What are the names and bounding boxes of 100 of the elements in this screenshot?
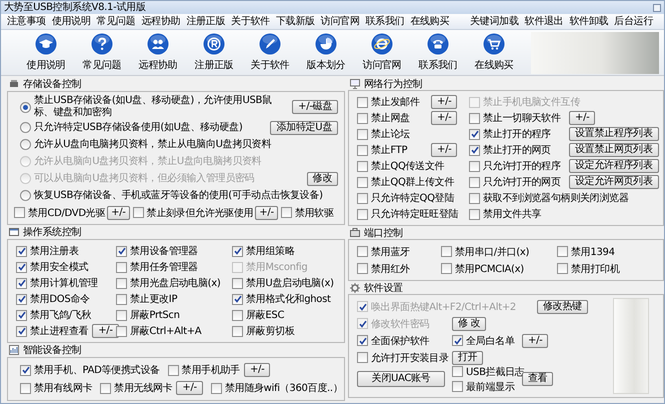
checkbox[interactable]: 禁用组策略 bbox=[232, 244, 295, 258]
checkbox[interactable]: 禁止打开的网页 bbox=[469, 143, 565, 157]
checkbox[interactable]: 禁止进程查看 bbox=[16, 324, 88, 338]
checkbox[interactable]: 禁止QQ群上传文件 bbox=[357, 175, 454, 189]
checkbox[interactable]: 最前端显示 bbox=[452, 380, 522, 394]
checkmark-icon bbox=[358, 336, 366, 344]
menu-item[interactable]: 关键词加载 bbox=[467, 14, 522, 28]
menu-item[interactable]: 常见问题 bbox=[94, 14, 138, 28]
checkbox[interactable]: 获取不到浏览器句柄则关闭浏览器 bbox=[469, 191, 629, 205]
option-button[interactable]: 设置禁止程序列表 bbox=[569, 127, 659, 141]
menu-item[interactable]: 注册正版 bbox=[183, 14, 228, 28]
option-button[interactable]: +/- bbox=[107, 206, 130, 220]
checkbox[interactable]: 禁用U盘启动电脑(x) bbox=[232, 276, 334, 290]
option-button[interactable]: +/- bbox=[431, 143, 458, 157]
checkbox[interactable]: 屏蔽Ctrl+Alt+A bbox=[116, 324, 202, 338]
menu-item[interactable]: 访问官网 bbox=[318, 14, 362, 28]
menu-item[interactable]: 远程协助 bbox=[138, 14, 184, 28]
checkbox[interactable]: 禁用手机助手 bbox=[168, 363, 240, 377]
checkbox[interactable]: 禁用任务管理器 bbox=[116, 260, 198, 274]
checkbox[interactable]: 只允许打开的程序 bbox=[469, 159, 565, 173]
radio-option[interactable]: 禁止USB存储设备(如U盘、移动硬盘)，允许使用USB鼠标、键盘和加密狗 bbox=[20, 95, 286, 119]
open-button[interactable]: 打开 bbox=[452, 350, 484, 364]
checkbox[interactable]: 禁止QQ传送文件 bbox=[357, 159, 444, 173]
option-button[interactable]: +/- bbox=[431, 111, 458, 125]
option-button[interactable]: +/- bbox=[176, 381, 203, 395]
checkbox[interactable]: 禁用CD/DVD光驱 bbox=[14, 206, 106, 220]
view-button[interactable]: 查看 bbox=[522, 372, 554, 386]
option-button[interactable]: +/- bbox=[244, 363, 270, 377]
checkbox[interactable]: 禁用无线网卡 bbox=[100, 381, 172, 395]
checkbox[interactable]: 只允许特定旺旺登陆 bbox=[357, 207, 458, 221]
toolbar-button[interactable]: 注册正版 bbox=[186, 33, 242, 72]
menu-item[interactable]: 联系我们 bbox=[362, 14, 408, 28]
checkbox[interactable]: 全局白名单 bbox=[452, 334, 522, 348]
checkbox[interactable]: 禁用飞鸽/飞秋 bbox=[16, 308, 92, 322]
option-button[interactable]: +/- bbox=[255, 206, 278, 220]
checkbox[interactable]: 全面保护软件 bbox=[357, 334, 452, 348]
menu-item[interactable]: 注意事项 bbox=[4, 14, 49, 28]
checkbox[interactable]: 禁止打开的程序 bbox=[469, 127, 565, 141]
checkbox[interactable]: 禁止一切聊天软件 bbox=[469, 111, 565, 125]
checkbox[interactable]: 屏蔽PrtScn bbox=[116, 308, 180, 322]
checkbox[interactable]: 禁用1394 bbox=[557, 244, 615, 258]
checkbox[interactable]: 禁用打印机 bbox=[557, 262, 620, 276]
checkbox[interactable]: 禁用注册表 bbox=[16, 244, 79, 258]
toolbar-button[interactable]: 访问官网 bbox=[354, 33, 410, 72]
radio-option[interactable]: 允许从U盘向电脑拷贝资料，禁止从电脑向U盘拷贝资料 bbox=[20, 138, 272, 150]
checkbox[interactable]: 禁用格式化和ghost bbox=[232, 292, 331, 306]
option-button[interactable]: 设置禁止网页列表 bbox=[569, 143, 659, 157]
checkmark-icon bbox=[358, 320, 366, 328]
checkbox[interactable]: 允许打开安装目录 bbox=[357, 350, 452, 364]
menu-item[interactable]: 软件退出 bbox=[522, 14, 566, 28]
checkbox[interactable]: 禁止FTP bbox=[357, 143, 429, 157]
checkbox[interactable]: 屏蔽ESC bbox=[232, 308, 284, 322]
option-button[interactable]: 设定允许程序列表 bbox=[569, 159, 659, 173]
checkbox[interactable]: 禁用设备管理器 bbox=[116, 244, 198, 258]
checkbox[interactable]: 禁用软驱 bbox=[280, 206, 334, 220]
toolbar-button[interactable]: 联系我们 bbox=[410, 33, 466, 72]
checkbox[interactable]: 只允许特定QQ登陆 bbox=[357, 191, 454, 205]
checkbox[interactable]: 禁止发邮件 bbox=[357, 95, 429, 109]
menu-item[interactable]: 后台运行 bbox=[611, 14, 656, 28]
checkbox[interactable]: 只允许打开的网页 bbox=[469, 175, 565, 189]
menu-item[interactable]: 关于软件 bbox=[228, 14, 273, 28]
checkbox[interactable]: 禁用DOS命令 bbox=[16, 292, 90, 306]
checkbox[interactable]: 禁用计算机管理 bbox=[16, 276, 98, 290]
option-button[interactable]: 设定允许网页列表 bbox=[569, 175, 659, 189]
toolbar-button[interactable]: 使用说明 bbox=[18, 33, 74, 72]
menu-item[interactable]: 在线购买 bbox=[407, 14, 452, 28]
checkbox[interactable]: 禁用随身wifi（360百度..） bbox=[210, 381, 342, 395]
menu-item[interactable]: 使用说明 bbox=[48, 14, 94, 28]
menu-item[interactable]: 下载新版 bbox=[272, 14, 318, 28]
checkbox[interactable]: 禁止论坛 bbox=[357, 127, 429, 141]
option-button[interactable]: +/-磁盘 bbox=[292, 100, 338, 114]
uac-button[interactable]: 关闭UAC账号 bbox=[357, 371, 445, 387]
section-title: 网络行为控制 bbox=[364, 78, 422, 90]
checkbox[interactable]: 禁用PCMCIA(x) bbox=[441, 262, 524, 276]
checkbox[interactable]: 禁用串口/并口(x) bbox=[441, 244, 530, 258]
checkbox[interactable]: 禁用蓝牙 bbox=[357, 244, 410, 258]
checkbox[interactable]: 禁用有线网卡 bbox=[20, 381, 92, 395]
checkbox[interactable]: 禁用红外 bbox=[357, 262, 410, 276]
checkbox[interactable]: 禁止刻录但允许光驱使用 bbox=[132, 206, 254, 220]
option-button[interactable]: +/- bbox=[431, 95, 458, 109]
radio-option[interactable]: 只允许特定USB存储设备使用(如U盘、移动硬盘) bbox=[20, 122, 242, 134]
option-button[interactable]: 添加特定U盘 bbox=[270, 120, 338, 134]
radio-option[interactable]: 恢复USB存储设备、手机或蓝牙等设备的使用(可手动点击恢复设备) bbox=[20, 190, 323, 202]
option-button[interactable]: +/- bbox=[522, 334, 548, 348]
window-control-button[interactable] bbox=[653, 4, 661, 12]
checkbox[interactable]: 屏蔽剪切板 bbox=[232, 324, 295, 338]
toolbar-button[interactable]: 常见问题 bbox=[74, 33, 130, 72]
checkbox[interactable]: 禁用文件共享 bbox=[469, 207, 565, 221]
option-button[interactable]: +/- bbox=[92, 324, 119, 338]
toolbar-button[interactable]: 版本划分 bbox=[298, 33, 354, 72]
checkbox[interactable]: 禁止网盘 bbox=[357, 111, 429, 125]
checkbox[interactable]: 禁止更改IP bbox=[116, 292, 178, 306]
checkbox[interactable]: 禁用手机、PAD等便携式设备 bbox=[20, 363, 160, 377]
toolbar-button[interactable]: 在线购买 bbox=[466, 33, 522, 72]
option-button[interactable]: +/- bbox=[569, 111, 596, 125]
checkbox[interactable]: 禁用安全模式 bbox=[16, 260, 88, 274]
toolbar-button[interactable]: 远程协助 bbox=[130, 33, 186, 72]
checkbox[interactable]: 禁用光盘启动电脑(x) bbox=[116, 276, 220, 290]
menu-item[interactable]: 软件卸载 bbox=[566, 14, 612, 28]
toolbar-button[interactable]: 关于软件 bbox=[242, 33, 298, 72]
